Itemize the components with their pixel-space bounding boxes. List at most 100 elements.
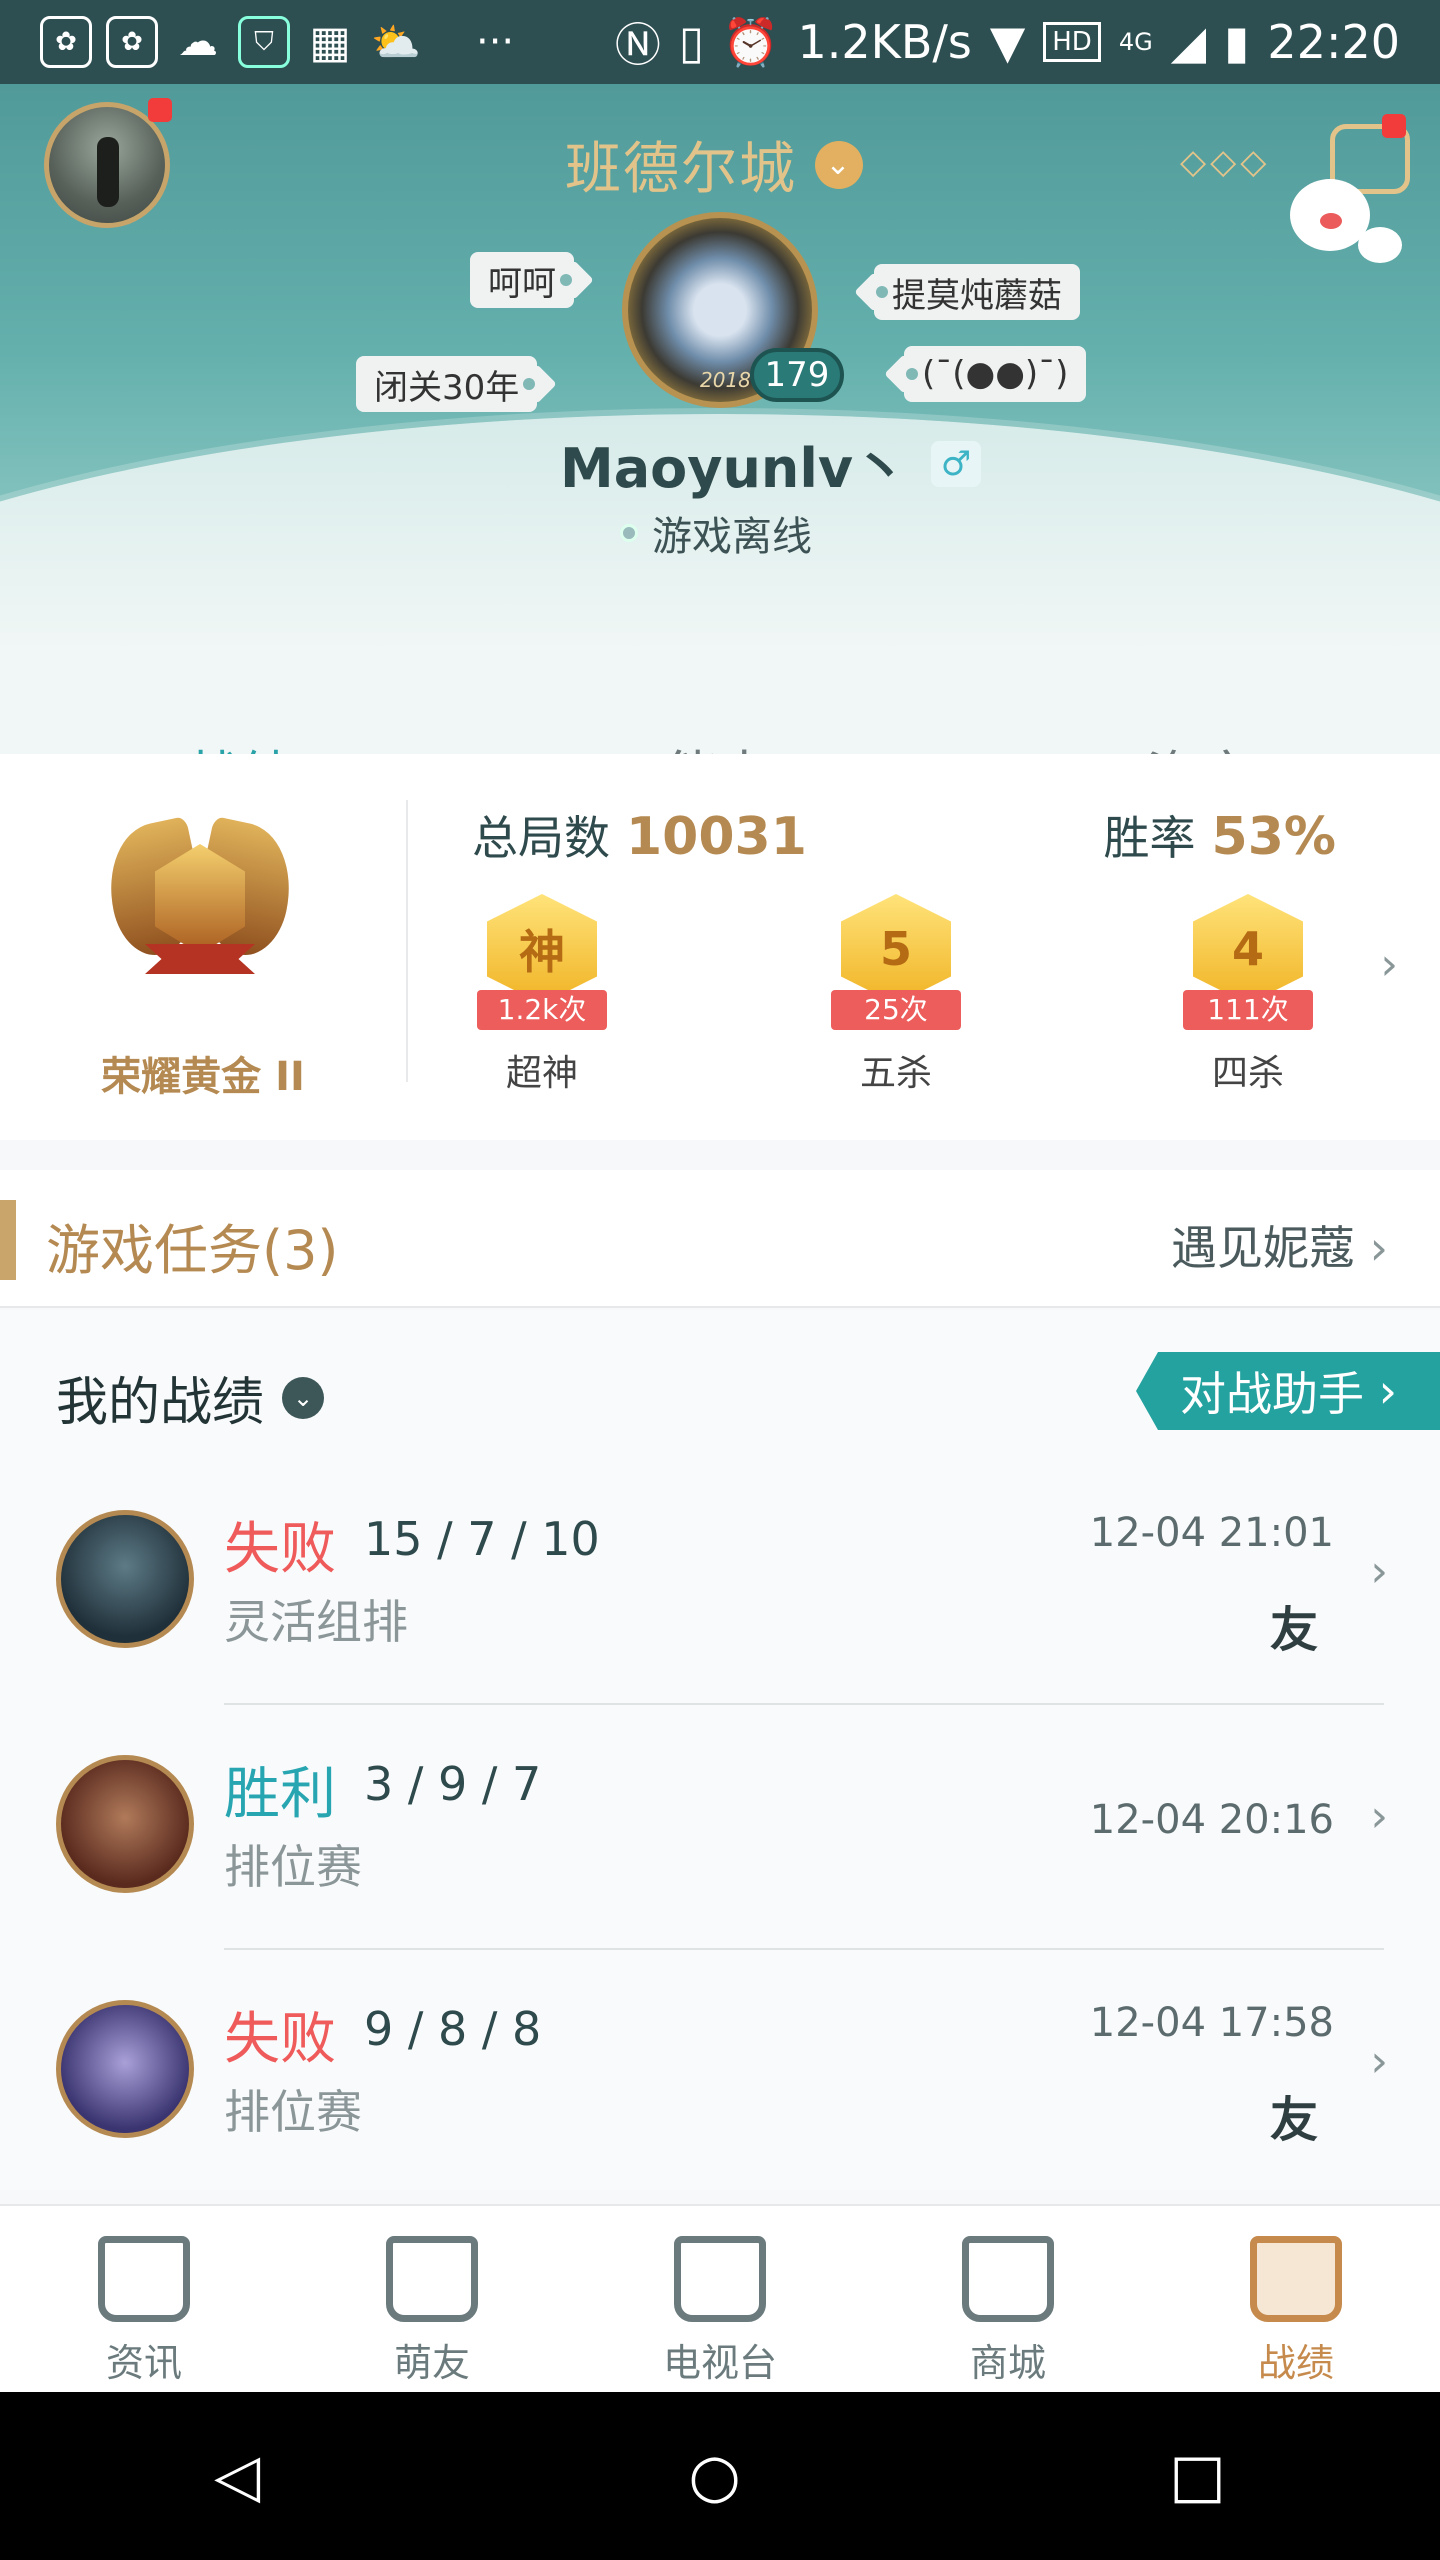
weather-icon: ⛅ [371,19,421,66]
gold-rank-icon [97,804,303,994]
tag-hehe: 呵呵 [470,252,574,308]
match-mode: 排位赛 [224,2085,362,2139]
tab-record[interactable]: 战绩 [0,714,480,754]
nfc-icon: Ⓝ [614,18,661,72]
match-time: 12-04 20:16 [1089,1797,1334,1843]
tv-icon [674,2236,766,2322]
divider [406,800,408,1082]
friend-badge-icon: 友 [1269,2092,1318,2148]
legendary-medal-icon: 神 [487,894,597,1004]
medal-quadra[interactable]: 4 111次 四杀 [1168,894,1328,1096]
chevron-right-icon: › [1370,2036,1388,2087]
home-icon[interactable]: ○ [689,2441,741,2511]
clock: 22:20 [1267,15,1400,69]
game-tasks-row[interactable]: 游戏任务(3) 遇见妮蔻 › [0,1170,1440,1308]
match-mode: 排位赛 [224,1840,362,1894]
poro-mascot-icon [1290,179,1370,251]
penta-medal-icon: 5 [841,894,951,1004]
record-shield-icon [1250,2236,1342,2322]
more-dots: ··· [476,19,515,65]
chevron-right-icon: › [1369,1221,1388,1275]
chevron-right-icon[interactable]: › [1380,939,1398,990]
stats-card: 荣耀黄金 II 总局数 10031 胜率 53% 神 1.2k次 超神 5 25次 … [0,754,1440,1140]
medal-label: 超神 [505,1053,578,1094]
heart-chat-icon [386,2236,478,2322]
quadra-medal-icon: 4 [1193,894,1303,1004]
chevron-right-icon: › [1370,1546,1388,1597]
shop-bag-icon [962,2236,1054,2322]
tag-timo: 提莫炖蘑菇 [874,264,1080,320]
match-row[interactable]: 失败 15 / 7 / 10 灵活组排 12-04 21:01 友 › [0,1460,1440,1705]
match-result: 失败 [224,1517,336,1582]
medal-legendary[interactable]: 神 1.2k次 超神 [462,894,622,1096]
baidu-paw-icon: ✿ [106,16,158,68]
bottom-nav: 资讯 萌友 电视台 商城 战绩 [0,2204,1440,2392]
match-kda: 15 / 7 / 10 [364,1512,600,1566]
level-badge: 179 [750,348,844,402]
vibrate-icon: ▯ [678,15,705,69]
champion-avatar [56,1510,194,1648]
grid-icon: ▦ [309,16,351,68]
medal-label: 五杀 [859,1053,932,1094]
gender-male-icon: ♂ [931,440,982,487]
records-title[interactable]: 我的战绩 ⌄ [56,1360,325,1435]
champion-avatar [56,2000,194,2138]
champion-avatar [56,1755,194,1893]
nav-news[interactable]: 资讯 [0,2206,288,2392]
profile-tabs: 战绩 能力 资产 [0,714,1440,754]
match-kda: 3 / 9 / 7 [364,1757,542,1811]
status-bar: ✿ ✿ ☁ ⛉ ▦ ⛅ ··· Ⓝ ▯ ⏰ 1.2KB/s ▼ HD 4G ◢ … [0,0,1440,84]
back-icon[interactable]: ◁ [214,2441,260,2511]
tasks-title: 游戏任务(3) [46,1219,339,1282]
net-type: 4G [1118,28,1153,56]
chat-notification-dot [1382,114,1406,138]
nav-tv[interactable]: 电视台 [576,2206,864,2392]
match-result: 失败 [224,2007,336,2072]
alarm-icon: ⏰ [722,14,780,69]
tag-retreat: 闭关30年 [356,356,538,412]
nav-friends[interactable]: 萌友 [288,2206,576,2392]
match-time: 12-04 21:01 [1089,1510,1334,1556]
match-time: 12-04 17:58 [1089,2000,1334,2046]
wechat-icon: ☁ [178,19,218,65]
match-mode: 灵活组排 [224,1595,408,1649]
notification-dot [148,98,172,122]
signal-icon: ◢ [1170,15,1207,69]
server-selector[interactable]: 班德尔城 ⌄ [565,124,863,205]
rank-name: 荣耀黄金 II [101,1054,305,1100]
system-nav-bar: ◁ ○ □ [0,2392,1440,2560]
hd-badge: HD [1043,22,1101,62]
match-kda: 9 / 8 / 8 [364,2002,542,2056]
tab-ability[interactable]: 能力 [480,714,960,754]
chevron-down-icon: ⌄ [815,140,863,189]
rank-section[interactable]: 荣耀黄金 II [0,754,406,1140]
medal-label: 四杀 [1211,1053,1284,1094]
username: Maoyunlv丶 ♂ [560,424,982,503]
medal-penta[interactable]: 5 25次 五杀 [816,894,976,1096]
nav-record[interactable]: 战绩 [1152,2206,1440,2392]
net-speed: 1.2KB/s [797,15,972,69]
match-row[interactable]: 失败 9 / 8 / 8 排位赛 12-04 17:58 友 › [0,1950,1440,2195]
shield-icon: ⛉ [238,16,290,68]
baidu-paw-icon: ✿ [40,16,92,68]
medal-count: 25次 [831,990,961,1030]
profile-header: 班德尔城 ⌄ ◇◇◇ 呵呵 提莫炖蘑菇 闭关30年 (¯(●●)¯) 2018 … [0,84,1440,754]
win-rate: 胜率 53% [1103,807,1336,867]
recents-icon[interactable]: □ [1169,2441,1226,2511]
wifi-icon: ▼ [989,15,1026,69]
battle-assistant-button[interactable]: 对战助手 › [1136,1352,1440,1430]
tag-face: (¯(●●)¯) [904,346,1087,402]
online-status: 游戏离线 [620,504,812,562]
match-result: 胜利 [224,1762,336,1827]
tasks-link[interactable]: 遇见妮蔻 › [1171,1212,1388,1278]
chevron-right-icon: › [1370,1791,1388,1842]
more-menu-icon[interactable]: ◇◇◇ [1180,142,1270,182]
tab-assets[interactable]: 资产 [960,714,1440,754]
battery-icon: ▮ [1224,15,1250,69]
book-icon [98,2236,190,2322]
nav-store[interactable]: 商城 [864,2206,1152,2392]
my-records: 我的战绩 ⌄ 对战助手 › 失败 15 / 7 / 10 灵活组排 12-04 2… [0,1310,1440,2190]
server-name: 班德尔城 [565,137,797,202]
match-row[interactable]: 胜利 3 / 9 / 7 排位赛 12-04 20:16 › [0,1705,1440,1950]
status-dot-icon [620,524,638,542]
